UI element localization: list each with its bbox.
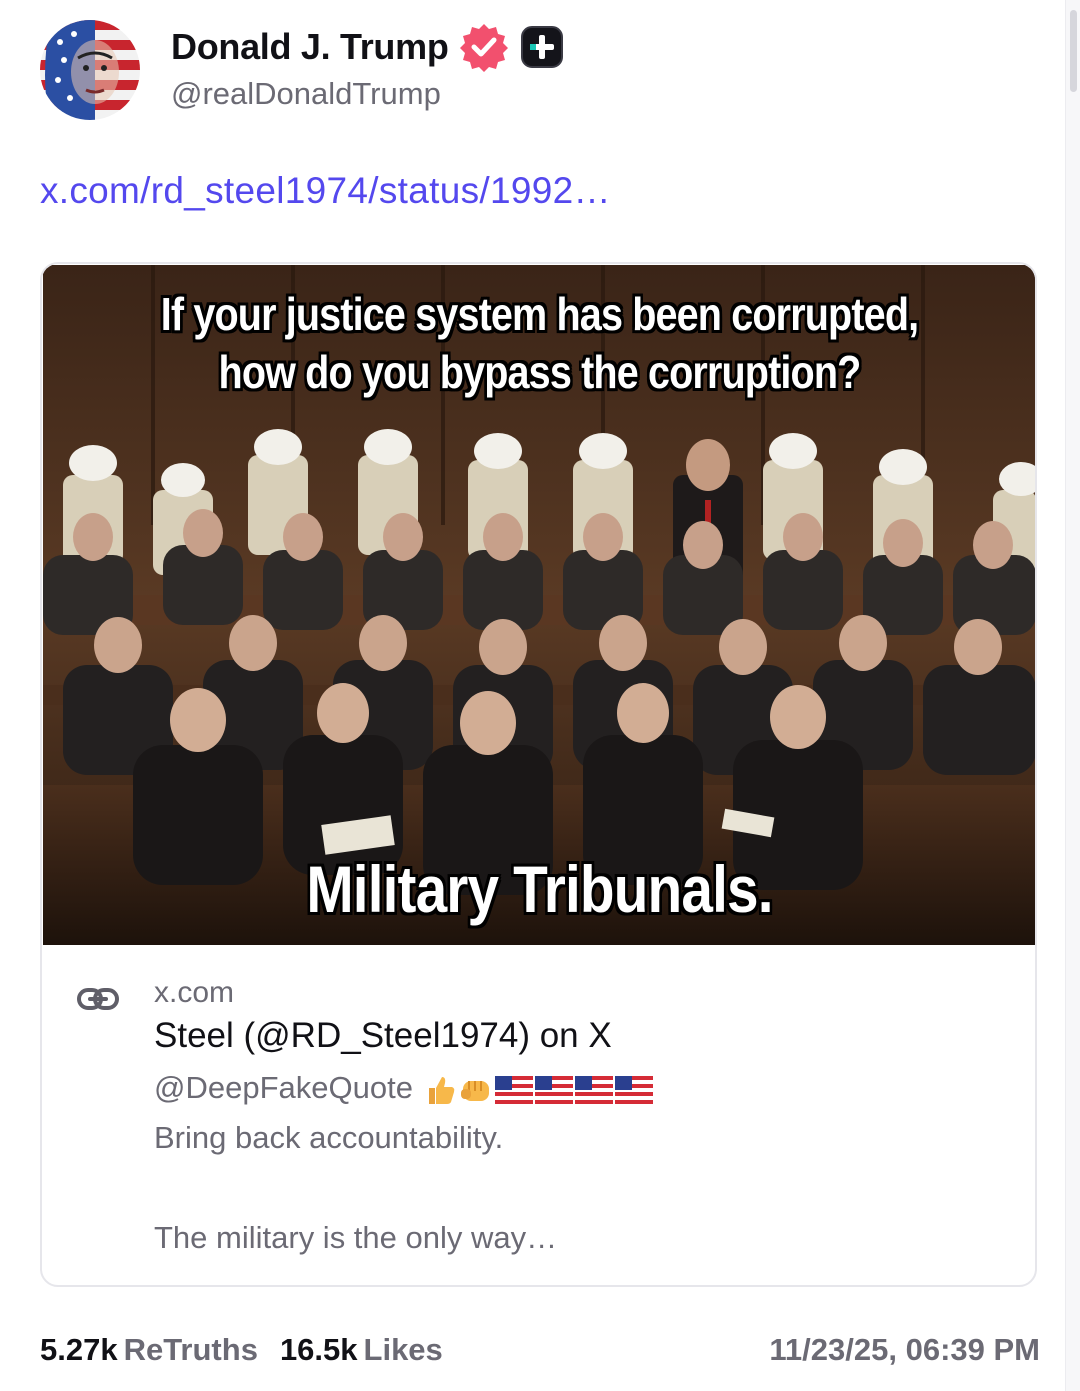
- meme-top-line-2: how do you bypass the corruption?: [218, 346, 862, 398]
- verified-badge-icon: [459, 24, 508, 72]
- card-description-line-3: The military is the only way…: [154, 1220, 558, 1255]
- post-timestamp[interactable]: 11/23/25, 06:39 PM: [769, 1332, 1040, 1368]
- scrollbar-track[interactable]: [1065, 0, 1080, 1391]
- link-preview-card[interactable]: If your justice system has been corrupte…: [40, 262, 1037, 1287]
- card-description-emojis: [423, 1073, 653, 1107]
- us-flag-icon: [494, 1075, 533, 1104]
- card-domain: x.com: [154, 976, 235, 1009]
- author-name-row: Donald J. Trump: [171, 24, 565, 72]
- scrollbar-thumb[interactable]: [1070, 10, 1077, 92]
- us-flag-icon: [534, 1075, 573, 1104]
- likes-label: Likes: [363, 1332, 443, 1367]
- meme-top-line-1: If your justice system has been corrupte…: [160, 288, 919, 340]
- card-title[interactable]: Steel (@RD_Steel1974) on X: [154, 1016, 612, 1056]
- likes-stat[interactable]: 16.5k Likes: [280, 1332, 443, 1368]
- us-flag-icon: [574, 1075, 613, 1104]
- plus-badge-icon: [520, 26, 563, 68]
- flag-portrait-avatar: [40, 20, 140, 120]
- post-link[interactable]: x.com/rd_steel1974/status/1992…: [40, 170, 611, 212]
- meme-top-caption: If your justice system has been corrupte…: [113, 285, 967, 401]
- fist-icon: [460, 1080, 489, 1101]
- avatar[interactable]: [40, 20, 140, 120]
- likes-count: 16.5k: [279, 1332, 358, 1367]
- meme-image[interactable]: If your justice system has been corrupte…: [43, 265, 1035, 945]
- retruths-stat[interactable]: 5.27k ReTruths: [40, 1332, 258, 1368]
- meme-bottom-caption: Military Tribunals.: [306, 852, 773, 926]
- link-chain-icon: [77, 988, 119, 1010]
- card-description-line-2: Bring back accountability.: [154, 1120, 504, 1155]
- card-description-handle: @DeepFakeQuote: [154, 1070, 413, 1105]
- card-description-line-1: @DeepFakeQuote: [154, 1070, 653, 1107]
- us-flag-icon: [614, 1075, 653, 1104]
- retruths-count: 5.27k: [40, 1332, 118, 1367]
- author-handle[interactable]: @realDonaldTrump: [171, 76, 441, 112]
- author-display-name[interactable]: Donald J. Trump: [171, 26, 449, 68]
- retruths-label: ReTruths: [123, 1332, 258, 1367]
- post-footer: 5.27k ReTruths 16.5k Likes 11/23/25, 06:…: [40, 1328, 1040, 1372]
- thumbs-up-icon: [428, 1076, 455, 1104]
